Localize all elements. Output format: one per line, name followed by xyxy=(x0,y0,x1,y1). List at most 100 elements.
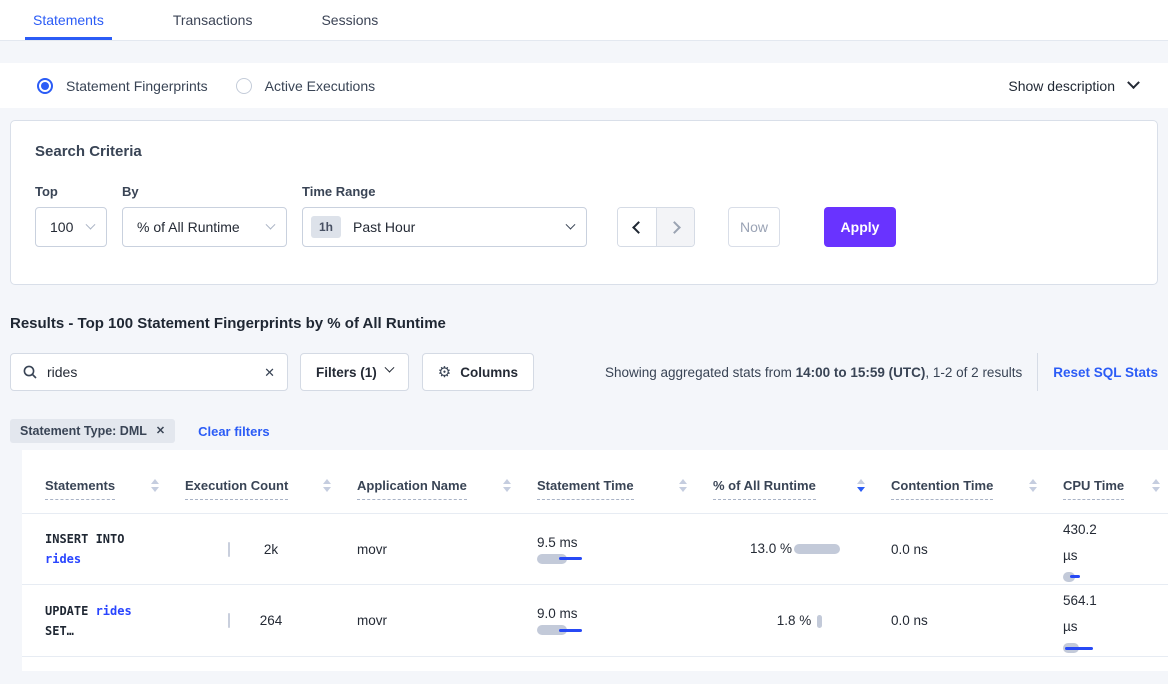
column-header-contention-time[interactable]: Contention Time xyxy=(891,450,1063,513)
count-bar xyxy=(228,613,230,628)
remove-filter-icon[interactable]: ✕ xyxy=(156,426,165,437)
next-time-button[interactable] xyxy=(656,208,694,246)
by-field: By % of All Runtime xyxy=(122,184,287,247)
radio-active-executions[interactable]: Active Executions xyxy=(236,78,376,94)
table-header-row: Statements Execution Count Application N… xyxy=(22,450,1168,514)
sort-icon[interactable] xyxy=(151,479,159,492)
statement-cell: UPDATE rides SET… xyxy=(22,585,185,656)
search-criteria-card: Search Criteria Top 100 By % of All Runt… xyxy=(10,120,1158,285)
aggregated-stats-text: Showing aggregated stats from 14:00 to 1… xyxy=(605,365,1022,380)
chevron-down-icon xyxy=(384,362,394,372)
contention-time-cell: 0.0 ns xyxy=(891,585,1063,656)
tab-label: Sessions xyxy=(321,12,378,28)
runtime-pct-cell: 13.0 % xyxy=(713,514,891,584)
cpu-time-bar xyxy=(1063,572,1123,582)
clear-filters-link[interactable]: Clear filters xyxy=(198,424,270,439)
time-range-value: Past Hour xyxy=(353,219,415,235)
sort-icon[interactable] xyxy=(1152,479,1160,492)
search-input[interactable] xyxy=(47,364,254,380)
columns-button[interactable]: ⚙ Columns xyxy=(422,353,534,391)
top-select[interactable]: 100 xyxy=(35,207,107,247)
statement-cell: INSERT INTO rides xyxy=(22,514,185,584)
radio-label: Statement Fingerprints xyxy=(66,78,208,94)
top-select-value: 100 xyxy=(50,219,73,235)
search-criteria-title: Search Criteria xyxy=(35,143,1133,160)
sort-icon[interactable] xyxy=(503,479,511,492)
sort-icon[interactable] xyxy=(323,479,331,492)
chevron-down-icon xyxy=(566,219,576,229)
results-heading: Results - Top 100 Statement Fingerprints… xyxy=(10,315,1158,332)
filter-chip-statement-type: Statement Type: DML ✕ xyxy=(10,419,175,443)
sort-icon[interactable] xyxy=(679,479,687,492)
tab-transactions[interactable]: Transactions xyxy=(165,0,261,40)
stats-time-range: 14:00 to 15:59 (UTC) xyxy=(796,365,926,380)
column-header-cpu-time[interactable]: CPU Time xyxy=(1063,450,1168,513)
chevron-down-icon xyxy=(266,219,276,229)
clear-search-icon[interactable]: ✕ xyxy=(264,366,275,379)
search-box: ✕ xyxy=(10,353,288,391)
statement-time-cell: 9.5 ms xyxy=(537,514,713,584)
top-label: Top xyxy=(35,184,107,199)
tab-sessions[interactable]: Sessions xyxy=(313,0,386,40)
statement-time-bar xyxy=(537,554,597,564)
radio-selected-icon xyxy=(37,78,53,94)
statement-link[interactable]: rides xyxy=(45,552,81,566)
sort-icon[interactable] xyxy=(1029,479,1037,492)
application-name-cell: movr xyxy=(357,514,537,584)
column-header-statement-time[interactable]: Statement Time xyxy=(537,450,713,513)
time-range-badge: 1h xyxy=(311,216,341,238)
statements-table: Statements Execution Count Application N… xyxy=(22,450,1168,671)
apply-button[interactable]: Apply xyxy=(824,207,896,247)
results-controls-row: ✕ Filters (1) ⚙ Columns Showing aggregat… xyxy=(10,353,1158,391)
time-range-label: Time Range xyxy=(302,184,587,199)
by-select[interactable]: % of All Runtime xyxy=(122,207,287,247)
chevron-down-icon xyxy=(86,219,96,229)
execution-count-cell: 2k xyxy=(185,514,357,584)
chevron-down-icon xyxy=(1127,76,1140,89)
column-header-application-name[interactable]: Application Name xyxy=(357,450,537,513)
by-label: By xyxy=(122,184,287,199)
tab-label: Transactions xyxy=(173,12,253,28)
time-range-field: Time Range 1h Past Hour xyxy=(302,184,587,247)
column-header-statements[interactable]: Statements xyxy=(22,450,185,513)
top-field: Top 100 xyxy=(35,184,107,247)
radio-statement-fingerprints[interactable]: Statement Fingerprints xyxy=(37,78,208,94)
sql-activity-page: Statements Transactions Sessions Stateme… xyxy=(0,0,1168,684)
runtime-pct-bar xyxy=(794,544,854,554)
statement-time-bar xyxy=(537,625,597,635)
runtime-pct-bar xyxy=(817,616,827,626)
show-description-toggle[interactable]: Show description xyxy=(1008,78,1138,94)
by-select-value: % of All Runtime xyxy=(137,219,240,235)
reset-sql-stats-link[interactable]: Reset SQL Stats xyxy=(1053,365,1158,380)
previous-time-button[interactable] xyxy=(618,208,656,246)
statement-link[interactable]: rides xyxy=(96,604,132,618)
cpu-time-cell: 564.1 µs xyxy=(1063,585,1168,656)
cpu-time-cell: 430.2 µs xyxy=(1063,514,1168,584)
show-description-label: Show description xyxy=(1008,78,1115,94)
search-icon xyxy=(23,365,37,379)
filters-button[interactable]: Filters (1) xyxy=(300,353,409,391)
radio-unselected-icon xyxy=(236,78,252,94)
sort-icon-active-desc[interactable] xyxy=(857,479,865,492)
tab-statements[interactable]: Statements xyxy=(25,0,112,40)
tab-bar: Statements Transactions Sessions xyxy=(0,0,1168,41)
table-row: UPDATE rides SET… 264 movr 9.0 ms 1.8 % … xyxy=(22,585,1168,657)
count-bar xyxy=(228,542,230,557)
radio-label: Active Executions xyxy=(265,78,376,94)
filters-label: Filters (1) xyxy=(316,365,377,380)
column-header-runtime-pct[interactable]: % of All Runtime xyxy=(713,450,891,513)
vertical-divider xyxy=(1037,353,1038,391)
time-step-buttons xyxy=(617,207,695,247)
chevron-left-icon xyxy=(632,221,645,234)
gear-icon: ⚙ xyxy=(438,363,451,381)
time-range-select[interactable]: 1h Past Hour xyxy=(302,207,587,247)
filter-chip-label: Statement Type: DML xyxy=(20,424,147,438)
cpu-time-bar xyxy=(1063,643,1123,653)
execution-count-cell: 264 xyxy=(185,585,357,656)
chevron-right-icon xyxy=(668,221,681,234)
filter-chips-row: Statement Type: DML ✕ Clear filters xyxy=(10,419,1158,443)
search-criteria-form: Top 100 By % of All Runtime Time Range 1… xyxy=(35,184,1133,247)
now-button[interactable]: Now xyxy=(728,207,780,247)
table-row: INSERT INTO rides 2k movr 9.5 ms 13.0 % … xyxy=(22,514,1168,585)
column-header-execution-count[interactable]: Execution Count xyxy=(185,450,357,513)
